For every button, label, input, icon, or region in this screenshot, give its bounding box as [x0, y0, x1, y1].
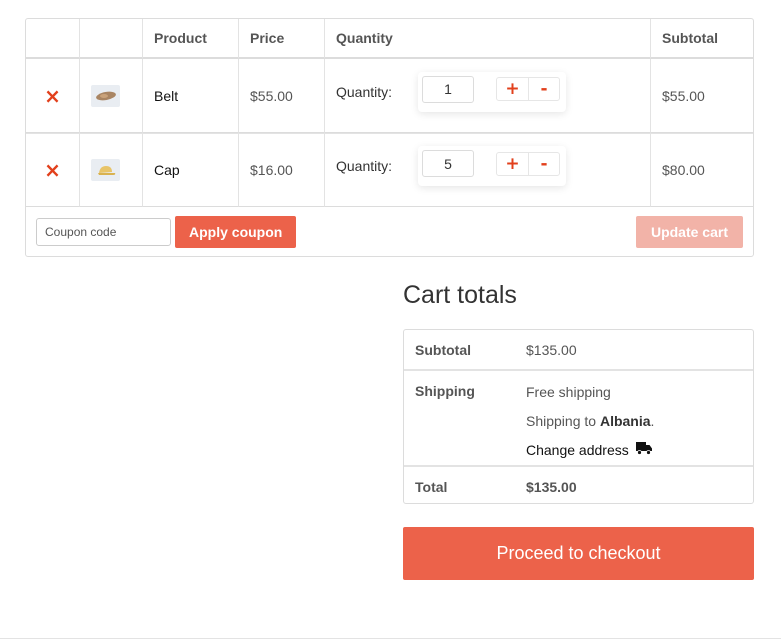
totals-subtotal-value: $135.00: [526, 342, 577, 358]
totals-shipping-details: Free shipping Shipping to Albania. Chang…: [526, 369, 753, 465]
truck-icon: [635, 441, 652, 459]
cart-item-row: × Belt $55.00 Quantity: + -: [26, 59, 753, 133]
footer-divider: [0, 638, 781, 639]
totals-subtotal-row: Subtotal $135.00: [404, 330, 753, 369]
subtotal-column-header: Subtotal: [651, 19, 753, 59]
totals-subtotal-label: Subtotal: [415, 342, 471, 358]
shipping-destination-prefix: Shipping to: [526, 413, 597, 429]
cart-actions-row: Apply coupon Update cart: [26, 207, 753, 256]
totals-total-label: Total: [404, 465, 526, 503]
quantity-minus-button[interactable]: -: [528, 152, 559, 175]
cart-actions-cell: Apply coupon Update cart: [26, 207, 753, 256]
cart-totals-table: Subtotal $135.00 Shipping Free shipping …: [403, 329, 754, 504]
remove-item-icon[interactable]: ×: [44, 160, 61, 180]
product-name-cell: Belt: [143, 59, 239, 133]
cart-item-row: × Cap $16.00 Quantity: + -: [26, 133, 753, 207]
quantity-minus-button[interactable]: -: [528, 78, 559, 100]
quantity-input[interactable]: [422, 75, 474, 103]
shipping-country: Albania: [599, 413, 651, 429]
change-address-link[interactable]: Change address: [526, 441, 652, 459]
price-cell: $16.00: [239, 133, 325, 207]
quantity-stepper: + -: [418, 146, 566, 186]
totals-shipping-label: Shipping: [404, 369, 526, 465]
quantity-plus-button[interactable]: +: [497, 78, 528, 100]
belt-thumbnail[interactable]: [91, 84, 120, 107]
cart-table: Product Price Quantity Subtotal × Belt $…: [25, 18, 754, 257]
quantity-label: Quantity:: [336, 158, 393, 174]
shipping-method: Free shipping: [526, 384, 611, 400]
quantity-plus-button[interactable]: +: [497, 153, 528, 175]
remove-column-header: [26, 19, 80, 59]
product-name-cell: Cap: [143, 133, 239, 207]
quantity-cell: Quantity: + -: [325, 133, 651, 207]
subtotal-cell: $80.00: [651, 133, 753, 207]
cap-thumbnail[interactable]: [91, 159, 120, 181]
quantity-stepper: + -: [418, 71, 566, 112]
coupon-form: Apply coupon: [36, 215, 297, 248]
apply-coupon-button[interactable]: Apply coupon: [175, 215, 297, 248]
product-column-header: Product: [143, 19, 239, 59]
quantity-input[interactable]: [422, 150, 474, 177]
totals-shipping-row: Shipping Free shipping Shipping to Alban…: [404, 369, 753, 465]
proceed-to-checkout-button[interactable]: Proceed to checkout: [403, 527, 754, 580]
quantity-column-header: Quantity: [325, 19, 651, 59]
quantity-label: Quantity:: [336, 83, 393, 100]
thumbnail-cell: [80, 133, 143, 207]
remove-cell: ×: [26, 133, 80, 207]
update-cart-button[interactable]: Update cart: [635, 215, 743, 248]
change-address-label: Change address: [526, 442, 629, 458]
thumbnail-cell: [80, 59, 143, 133]
cart-header-row: Product Price Quantity Subtotal: [26, 19, 753, 59]
totals-total-value: $135.00: [526, 465, 753, 503]
coupon-code-input[interactable]: [36, 217, 171, 246]
remove-item-icon[interactable]: ×: [44, 86, 61, 106]
shipping-destination: Shipping to Albania.: [526, 412, 753, 430]
price-cell: $55.00: [239, 59, 325, 133]
product-name-link[interactable]: Cap: [154, 162, 180, 178]
remove-cell: ×: [26, 59, 80, 133]
thumbnail-column-header: [80, 19, 143, 59]
totals-total-row: Total $135.00: [404, 465, 753, 503]
price-column-header: Price: [239, 19, 325, 59]
cart-totals-heading: Cart totals: [403, 281, 517, 309]
product-name-link[interactable]: Belt: [154, 88, 178, 104]
quantity-cell: Quantity: + -: [325, 59, 651, 133]
shipping-destination-suffix: .: [650, 413, 655, 429]
subtotal-cell: $55.00: [651, 59, 753, 133]
